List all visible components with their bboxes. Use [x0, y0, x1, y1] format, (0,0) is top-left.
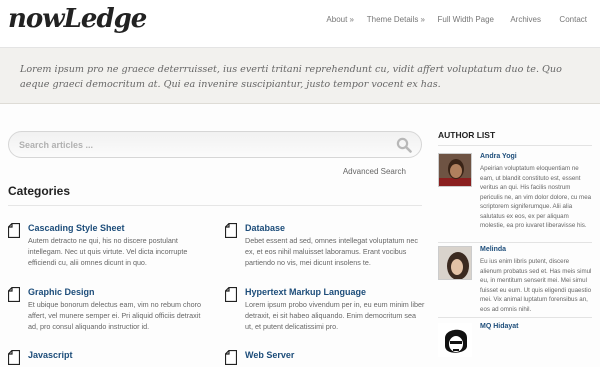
document-icon	[225, 223, 237, 238]
divider	[438, 317, 592, 318]
author-list-heading: AUTHOR LIST	[438, 130, 496, 140]
nav-item-full-width-page[interactable]: Full Width Page	[438, 15, 494, 24]
document-icon	[225, 350, 237, 365]
divider	[438, 242, 592, 243]
categories-heading: Categories	[8, 184, 71, 198]
author-bio: Eu ius enim libris putent, discere alien…	[480, 258, 592, 313]
site-header: nowLedge About » Theme Details » Full Wi…	[0, 0, 600, 48]
search-input[interactable]	[9, 132, 389, 157]
nav-item-contact[interactable]: Contact	[559, 15, 587, 24]
intro-text: Lorem ipsum pro ne graece deterruisset, …	[20, 64, 562, 90]
avatar[interactable]	[438, 153, 472, 187]
category-description: Autem detracto ne qui, his no discere po…	[28, 236, 188, 267]
nav-item-archives[interactable]: Archives	[510, 15, 541, 24]
nav-item-theme-details[interactable]: Theme Details »	[367, 15, 425, 24]
intro-banner: Lorem ipsum pro ne graece deterruisset, …	[0, 48, 600, 104]
advanced-search-link[interactable]: Advanced Search	[343, 167, 406, 176]
search-icon[interactable]	[396, 137, 412, 153]
divider	[438, 145, 592, 146]
category-link-web-server[interactable]: Web Server	[245, 350, 294, 360]
category-link-javascript[interactable]: Javascript	[28, 350, 73, 360]
site-logo[interactable]: nowLedge	[8, 4, 147, 34]
author-name[interactable]: Andra Yogi	[480, 153, 517, 160]
divider	[8, 205, 422, 206]
author-item: MQ Hidayat	[438, 323, 592, 363]
nav-item-about[interactable]: About »	[326, 15, 354, 24]
author-item: Andra Yogi Apeirian voluptatum eloquenti…	[438, 153, 592, 241]
category-link-database[interactable]: Database	[245, 223, 285, 233]
avatar[interactable]	[438, 246, 472, 280]
category-description: Et ubique bonorum delectus eam, vim no r…	[28, 300, 201, 331]
author-name[interactable]: MQ Hidayat	[480, 323, 519, 330]
avatar[interactable]	[438, 323, 472, 357]
document-icon	[225, 287, 237, 302]
category-link-html[interactable]: Hypertext Markup Language	[245, 287, 366, 297]
author-name[interactable]: Melinda	[480, 246, 506, 253]
category-link-graphic-design[interactable]: Graphic Design	[28, 287, 95, 297]
category-description: Lorem ipsum probo vivendum per in, eu eu…	[245, 300, 425, 331]
document-icon	[8, 223, 20, 238]
search-box	[8, 131, 422, 158]
author-bio: Apeirian voluptatum eloquentiam ne eam, …	[480, 165, 592, 229]
document-icon	[8, 287, 20, 302]
category-link-css[interactable]: Cascading Style Sheet	[28, 223, 125, 233]
document-icon	[8, 350, 20, 365]
category-description: Debet essent ad sed, omnes intellegat vo…	[245, 236, 419, 267]
author-item: Melinda Eu ius enim libris putent, disce…	[438, 246, 592, 316]
